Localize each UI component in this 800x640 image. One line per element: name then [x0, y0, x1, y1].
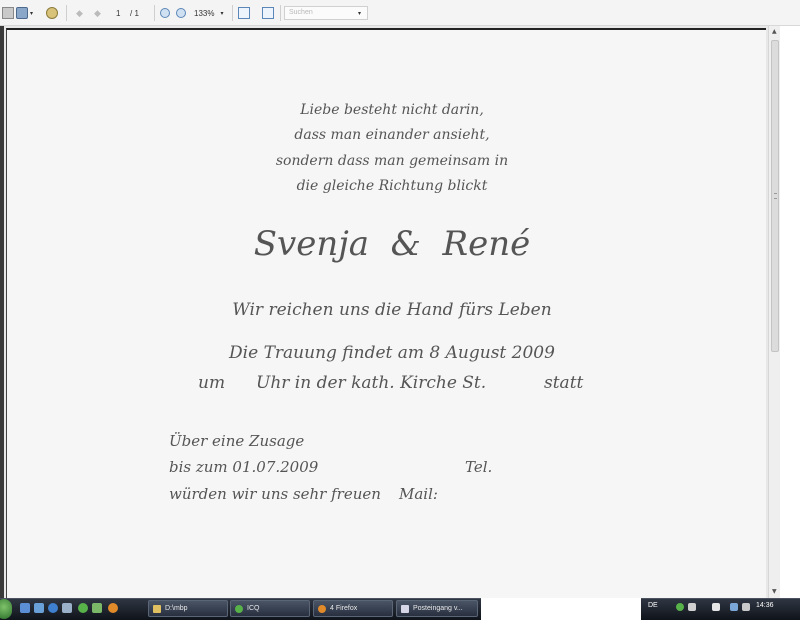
ceremony-line-1: Die Trauung findet am 8 August 2009	[229, 343, 555, 363]
search-dropdown-button[interactable]: ▾	[358, 6, 361, 20]
document-page: Liebe besteht nicht darin, dass man eina…	[6, 28, 766, 598]
page-number-input[interactable]: 1	[116, 6, 120, 20]
fit-page-button[interactable]	[238, 6, 250, 20]
rsvp-line-3: würden wir uns sehr freuen	[169, 485, 381, 503]
redacted-area	[481, 598, 641, 620]
bottom-margin	[0, 620, 800, 640]
chevron-down-icon: ▾	[220, 10, 224, 17]
quote-line-4: die gleiche Richtung blickt	[296, 178, 488, 194]
scroll-up-icon[interactable]: ▲	[772, 28, 777, 35]
save-button[interactable]: ▾	[16, 6, 33, 20]
prev-page-icon: ◆	[76, 7, 83, 18]
start-button[interactable]	[0, 599, 12, 619]
scrollbar-thumb[interactable]	[771, 40, 779, 352]
task-label: D:\mbp	[165, 605, 188, 612]
icq-flower-icon[interactable]	[78, 603, 88, 613]
viewer-toolbar: ▾ ◆ ◆ 1 / 1 133% ▾ Suchen ▾	[0, 0, 800, 26]
toolbar-divider	[232, 5, 233, 21]
tray-app-icon[interactable]	[712, 603, 720, 611]
export-button[interactable]	[46, 6, 58, 20]
tray-app-icon[interactable]	[688, 603, 696, 611]
rsvp-mail: Mail:	[399, 485, 438, 503]
zoom-in-icon	[176, 8, 186, 18]
task-label: ICQ	[247, 605, 260, 612]
print-icon	[2, 7, 14, 19]
grip-icon	[774, 193, 777, 199]
fit-width-button[interactable]	[262, 6, 274, 20]
next-page-icon: ◆	[94, 7, 101, 18]
search-input[interactable]: Suchen	[284, 6, 368, 20]
firefox-icon	[318, 604, 326, 613]
toolbar-divider	[154, 5, 155, 21]
rsvp-tel: Tel.	[465, 458, 493, 476]
zoom-out-button[interactable]	[160, 6, 170, 20]
chevron-down-icon: ▾	[358, 10, 362, 17]
quicklaunch-app-icon[interactable]	[92, 603, 102, 613]
fit-page-icon	[238, 7, 250, 19]
zoom-in-button[interactable]	[176, 6, 186, 20]
mail-icon	[401, 604, 409, 613]
icq-icon	[235, 604, 243, 613]
rsvp-line-2: bis zum 01.07.2009	[169, 458, 319, 476]
print-button[interactable]	[2, 6, 14, 20]
task-label: Posteingang v...	[413, 605, 463, 612]
rsvp-line-1: Über eine Zusage	[169, 432, 305, 450]
icq-tray-icon[interactable]	[676, 603, 684, 611]
folder-icon	[153, 604, 161, 613]
export-icon	[46, 7, 58, 19]
chevron-down-icon: ▾	[30, 10, 34, 17]
network-icon[interactable]	[730, 603, 738, 611]
task-button-icq[interactable]: ICQ	[230, 600, 310, 617]
page-total-label: / 1	[130, 8, 139, 18]
page-total: / 1	[130, 6, 139, 20]
task-button-mail[interactable]: Posteingang v...	[396, 600, 478, 617]
zoom-level: 133%	[194, 8, 215, 18]
save-icon	[16, 7, 28, 19]
ceremony-church: Uhr in der kath. Kirche St.	[256, 373, 487, 393]
zoom-out-icon	[160, 8, 170, 18]
toolbar-divider	[280, 5, 281, 21]
explorer-icon[interactable]	[34, 603, 44, 613]
language-indicator[interactable]: DE	[648, 602, 658, 609]
task-label: 4 Firefox	[330, 605, 358, 612]
zoom-select[interactable]: 133% ▾	[194, 6, 223, 20]
task-button-mbp[interactable]: D:\mbp	[148, 600, 228, 617]
fit-width-icon	[262, 7, 274, 19]
couple-names: Svenja & René	[253, 224, 531, 264]
volume-icon[interactable]	[742, 603, 750, 611]
quote-line-3: sondern dass man gemeinsam in	[275, 153, 509, 169]
scroll-down-icon[interactable]: ▼	[772, 588, 777, 595]
page-current: 1	[116, 8, 121, 18]
prev-page-button[interactable]: ◆	[76, 6, 83, 20]
ceremony-statt: statt	[544, 373, 584, 393]
ie-icon[interactable]	[48, 603, 58, 613]
next-page-button[interactable]: ◆	[94, 6, 101, 20]
search-placeholder: Suchen	[289, 9, 313, 16]
show-desktop-icon[interactable]	[20, 603, 30, 613]
quote-line-1: Liebe besteht nicht darin,	[300, 102, 484, 118]
page-shadow-edge	[0, 26, 4, 598]
task-button-firefox[interactable]: 4 Firefox	[313, 600, 393, 617]
ceremony-time-label: um	[198, 373, 226, 393]
clock[interactable]: 14:36	[756, 602, 774, 609]
switch-windows-icon[interactable]	[62, 603, 72, 613]
vertical-scrollbar[interactable]: ▲ ▼	[768, 26, 780, 598]
toolbar-divider	[66, 5, 67, 21]
quote-line-2: dass man einander ansieht,	[294, 127, 490, 143]
tagline: Wir reichen uns die Hand fürs Leben	[232, 300, 552, 320]
firefox-icon[interactable]	[108, 603, 118, 613]
